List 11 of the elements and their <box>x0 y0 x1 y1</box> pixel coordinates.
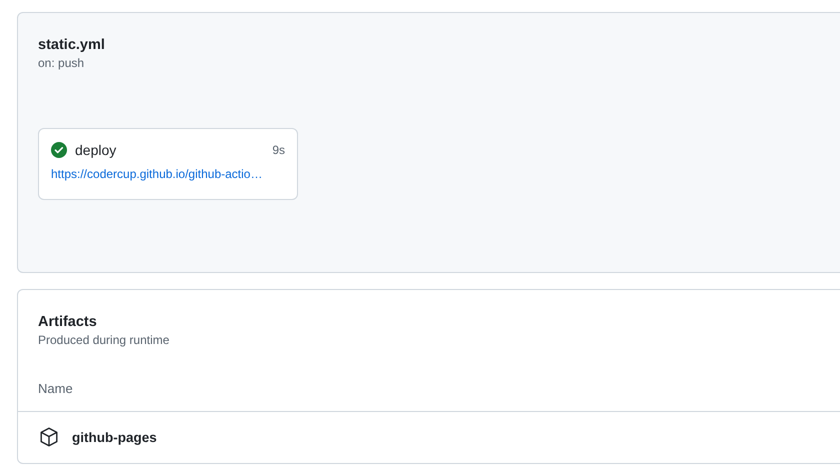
job-duration: 9s <box>272 143 285 157</box>
job-card[interactable]: deploy 9s https://codercup.github.io/github-actio… <box>38 128 298 200</box>
column-header: Name <box>38 381 73 396</box>
workflow-trigger: on: push <box>38 56 86 70</box>
job-url-link[interactable]: https://codercup.github.io/github-actio… <box>51 167 285 181</box>
artifacts-title: Artifacts <box>38 314 98 330</box>
package-icon <box>38 426 60 448</box>
artifacts-subtitle: Produced during runtime <box>38 333 170 347</box>
workflow-title: static.yml <box>38 37 106 53</box>
artifact-name[interactable]: github-pages <box>72 430 157 444</box>
job-name: deploy <box>75 142 118 158</box>
